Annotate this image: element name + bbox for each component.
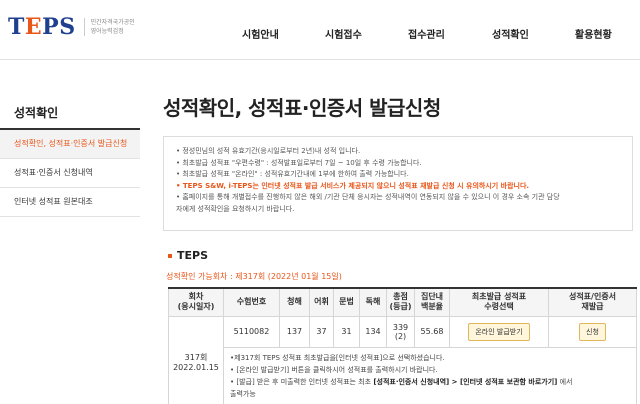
- reading-score: 134: [359, 315, 387, 348]
- storage-link[interactable]: [성적표·인증서 신청내역] > [인터넷 성적표 보관함 바로가기]: [373, 378, 557, 386]
- col-header-reissue: 성적표/인증서 재발급: [548, 287, 637, 317]
- listening-score: 137: [279, 315, 310, 348]
- notice-warning-line: • TEPS S&W, i-TEPS는 인터넷 성적표 발급 서비스가 제공되지…: [176, 181, 530, 190]
- table-header-row: 회차 (응시일자) 수험번호 청해 어휘 문법 독해 총점 (등급) 집단내 백분율 …: [168, 287, 637, 317]
- info-line: 출력가능: [230, 389, 256, 398]
- table-row: 317회 2022.01.15 5110082 137 37 31 134 33…: [168, 315, 637, 404]
- score-table: 회차 (응시일자) 수험번호 청해 어휘 문법 독해 총점 (등급) 집단내 백분율 …: [168, 287, 637, 404]
- online-issue-button[interactable]: 온라인 발급받기: [468, 322, 530, 341]
- col-header-exam-number: 수험번호: [223, 287, 280, 317]
- bullet-icon: [168, 253, 172, 258]
- percentile-value: 55.68: [414, 315, 450, 348]
- sidebar-item-original-verification[interactable]: 인터넷 성적표 원본대조: [0, 188, 140, 217]
- total-score: 339 (2): [386, 315, 415, 348]
- info-line: • [발급] 받은 후 미출력한 인터넷 성적표는 최초 [성적표·인증서 신청…: [230, 377, 573, 386]
- col-header-first-issue: 최초발급 성적표 수령선택: [449, 287, 549, 317]
- exam-date: 2022.01.15: [173, 362, 219, 372]
- col-header-grammar: 문법: [333, 287, 360, 317]
- round-number: 317회: [184, 352, 208, 362]
- nav-exam-registration[interactable]: 시험접수: [325, 26, 362, 41]
- available-round-text: 성적확인 가능회차 : 제317회 (2022년 01월 15일): [166, 272, 342, 281]
- info-line: •제317회 TEPS 성적표 최초발급을[인터넷 성적표]으로 선택하셨습니다…: [230, 353, 445, 362]
- notice-line: • 최초발급 성적표 "온라인" : 성적유효기간내에 1부에 한하여 출력 가…: [176, 170, 409, 178]
- sidebar-title: 성적확인: [0, 92, 140, 130]
- col-header-vocabulary: 어휘: [309, 287, 334, 317]
- sidebar-item-application-history[interactable]: 성적표·인증서 신청내역: [0, 159, 140, 188]
- issue-info-cell: •제317회 TEPS 성적표 최초발급을[인터넷 성적표]으로 선택하셨습니다…: [223, 346, 637, 404]
- main-nav: 시험안내 시험접수 접수관리 성적확인 활용현황: [0, 26, 640, 41]
- top-header: TEPS 민간자격국가공인 영어능력검정 시험안내 시험접수 접수관리 성적확인…: [0, 0, 640, 60]
- col-header-percentile: 집단내 백분율: [414, 287, 450, 317]
- notice-line: 자에게 성적확인을 요청하시기 바랍니다.: [176, 204, 295, 213]
- sidebar: 성적확인 성적확인, 성적표·인증서 발급신청 성적표·인증서 신청내역 인터넷…: [0, 92, 140, 217]
- apply-button[interactable]: 신청: [579, 322, 606, 341]
- col-header-total: 총점 (등급): [386, 287, 415, 317]
- nav-usage-status[interactable]: 활용현황: [575, 26, 612, 41]
- col-header-listening: 청해: [279, 287, 310, 317]
- notice-line: • 홈페이지를 통해 개별접수를 진행하지 않은 해외 /기관 단체 응시자는 …: [176, 193, 560, 201]
- info-line: • [온라인 발급받기] 버튼을 클릭하시어 성적표를 출력하시기 바랍니다.: [230, 365, 438, 374]
- sidebar-item-score-check-issue[interactable]: 성적확인, 성적표·인증서 발급신청: [0, 130, 140, 159]
- nav-registration-management[interactable]: 접수관리: [408, 26, 445, 41]
- reissue-cell: 신청: [548, 315, 637, 348]
- notice-line: • 정성민님의 성적 유효기간(응시일로부터 2년)내 성적 입니다.: [176, 147, 361, 155]
- col-header-reading: 독해: [359, 287, 387, 317]
- page-title: 성적확인, 성적표·인증서 발급신청: [163, 96, 441, 120]
- first-issue-cell: 온라인 발급받기: [449, 315, 549, 348]
- round-cell: 317회 2022.01.15: [168, 315, 224, 404]
- nav-score-check[interactable]: 성적확인: [492, 26, 529, 41]
- table-info-row: •제317회 TEPS 성적표 최초발급을[인터넷 성적표]으로 선택하셨습니다…: [169, 346, 637, 404]
- grammar-score: 31: [333, 315, 360, 348]
- vocabulary-score: 37: [309, 315, 334, 348]
- section-heading: TEPS: [168, 249, 208, 262]
- exam-number-cell: 5110082: [223, 315, 280, 348]
- notice-line: • 최초발급 성적표 "우편수령" : 성적발표일로부터 7일 ~ 10일 후 …: [176, 158, 422, 167]
- nav-exam-info[interactable]: 시험안내: [242, 26, 279, 41]
- col-header-round: 회차 (응시일자): [168, 287, 224, 317]
- notice-box: • 정성민님의 성적 유효기간(응시일로부터 2년)내 성적 입니다. • 최초…: [163, 136, 633, 231]
- section-title: TEPS: [177, 249, 209, 262]
